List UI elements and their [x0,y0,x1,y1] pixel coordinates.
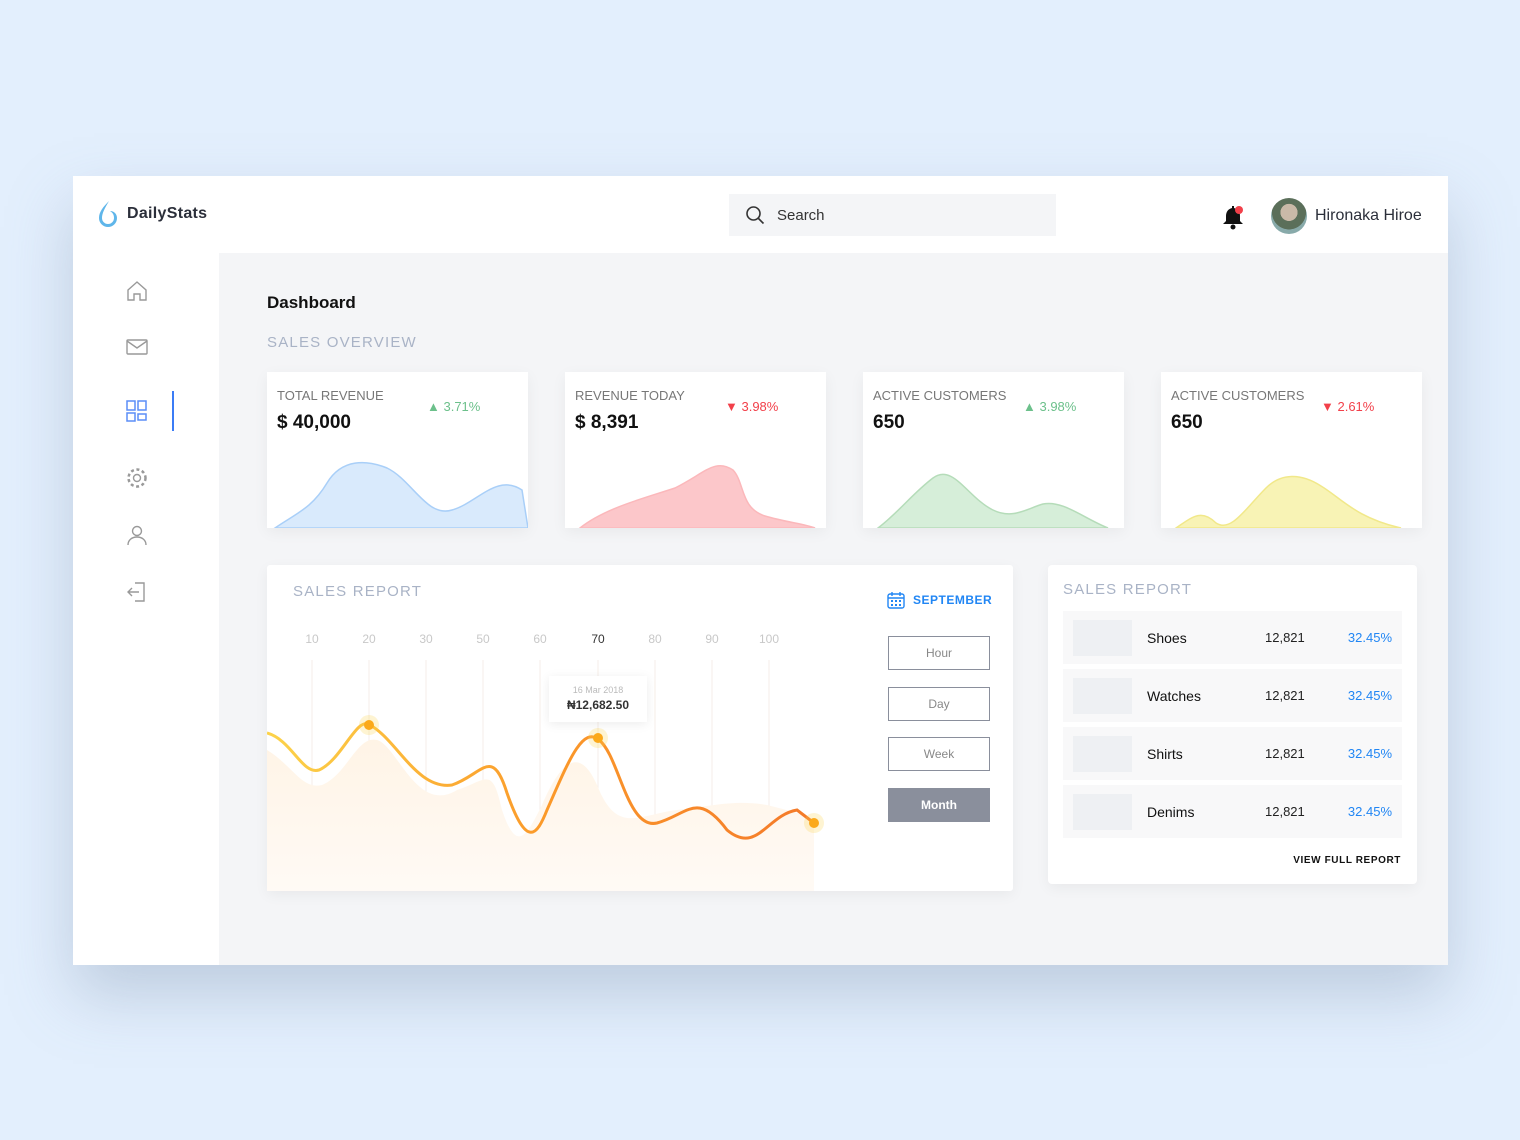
stat-card-active-customers[interactable]: ACTIVE CUSTOMERS 650 ▲ 3.98% [863,372,1124,528]
view-full-report-link[interactable]: VIEW FULL REPORT [1293,855,1401,866]
sales-report-panel: SALES REPORT SEPTEMBER 10 20 30 50 60 70 80 90 1… [267,565,1013,891]
home-icon[interactable] [125,279,149,303]
period-hour-button[interactable]: Hour [888,636,990,670]
calendar-icon [887,592,905,609]
data-point[interactable] [593,733,603,743]
trend-up-icon: ▲ [427,399,444,414]
card-change: ▲ 3.98% [1023,399,1076,414]
sparkline [876,473,1109,528]
dashboard-icon[interactable] [125,399,149,423]
product-percent: 32.45% [1347,630,1392,645]
product-percent: 32.45% [1347,804,1392,819]
period-month-button[interactable]: Month [888,788,990,822]
product-image [1073,619,1132,656]
product-name: Denims [1147,803,1195,820]
change-value: 3.98% [1039,399,1077,414]
product-percent: 32.45% [1347,688,1392,703]
settings-icon[interactable] [125,466,149,490]
search-icon [746,206,765,225]
product-count: 12,821 [1265,804,1305,819]
avatar [1271,198,1307,234]
card-label: ACTIVE CUSTOMERS [1171,388,1305,403]
app-name: DailyStats [127,205,208,222]
change-value: 2.61% [1337,399,1375,414]
sales-line-chart [267,660,824,891]
card-change: ▼ 2.61% [1321,399,1374,414]
section-title: SALES OVERVIEW [267,334,417,351]
stat-card-revenue-today[interactable]: REVENUE TODAY $ 8,391 ▼ 3.98% [565,372,826,528]
data-point[interactable] [809,818,819,828]
active-indicator [172,391,174,431]
product-name: Shoes [1147,629,1187,646]
card-value: 650 [873,412,905,433]
sparkline [273,461,528,528]
product-sales-title: SALES REPORT [1063,581,1193,598]
tooltip-date: 16 Mar 2018 [572,685,624,695]
stat-card-active-customers-2[interactable]: ACTIVE CUSTOMERS 650 ▼ 2.61% [1161,372,1422,528]
mail-icon[interactable] [125,335,149,359]
card-label: ACTIVE CUSTOMERS [873,388,1007,403]
search-input[interactable] [777,206,1037,224]
card-change: ▼ 3.98% [725,399,778,414]
product-name: Shirts [1147,745,1183,762]
sparkline [578,464,816,528]
change-value: 3.71% [443,399,481,414]
logout-icon[interactable] [125,580,149,604]
logo[interactable]: DailyStats [97,200,207,228]
drop-logo-icon [99,201,117,227]
product-count: 12,821 [1265,746,1305,761]
product-row[interactable]: Denims 12,821 32.45% [1063,785,1402,838]
product-name: Watches [1147,687,1201,704]
data-point[interactable] [364,720,374,730]
user-menu[interactable]: Hironaka Hiroe [1271,198,1422,234]
period-week-button[interactable]: Week [888,737,990,771]
card-value: $ 40,000 [277,412,351,433]
page-title: Dashboard [267,293,356,312]
card-label: TOTAL REVENUE [277,388,384,403]
month-label: SEPTEMBER [913,593,993,607]
product-count: 12,821 [1265,688,1305,703]
sidebar [73,253,219,965]
product-row[interactable]: Shirts 12,821 32.45% [1063,727,1402,780]
product-row[interactable]: Watches 12,821 32.45% [1063,669,1402,722]
card-value: $ 8,391 [575,412,639,433]
sparkline [1174,475,1402,528]
card-label: REVENUE TODAY [575,388,685,403]
app-window: DailyStats Hironaka Hiroe Dashboard SALE… [73,176,1448,965]
product-sales-panel: SALES REPORT Shoes 12,821 32.45% Watches… [1048,565,1417,884]
trend-down-icon: ▼ [1321,399,1338,414]
chart-tooltip: 16 Mar 2018 ₦12,682.50 [549,676,647,722]
product-image [1073,735,1132,772]
trend-down-icon: ▼ [725,399,742,414]
product-row[interactable]: Shoes 12,821 32.45% [1063,611,1402,664]
period-day-button[interactable]: Day [888,687,990,721]
notification-bell-icon[interactable] [1219,202,1249,232]
tooltip-value: ₦12,682.50 [566,698,630,712]
user-icon[interactable] [125,523,149,547]
product-count: 12,821 [1265,630,1305,645]
card-change: ▲ 3.71% [427,399,480,414]
month-picker[interactable]: SEPTEMBER [887,591,992,609]
product-percent: 32.45% [1347,746,1392,761]
stat-card-total-revenue[interactable]: TOTAL REVENUE $ 40,000 ▲ 3.71% [267,372,528,528]
header: DailyStats Hironaka Hiroe [73,176,1448,253]
product-image [1073,677,1132,714]
search-bar[interactable] [729,194,1056,236]
product-image [1073,793,1132,830]
card-value: 650 [1171,412,1203,433]
user-name: Hironaka Hiroe [1315,207,1422,224]
trend-up-icon: ▲ [1023,399,1040,414]
change-value: 3.98% [741,399,779,414]
